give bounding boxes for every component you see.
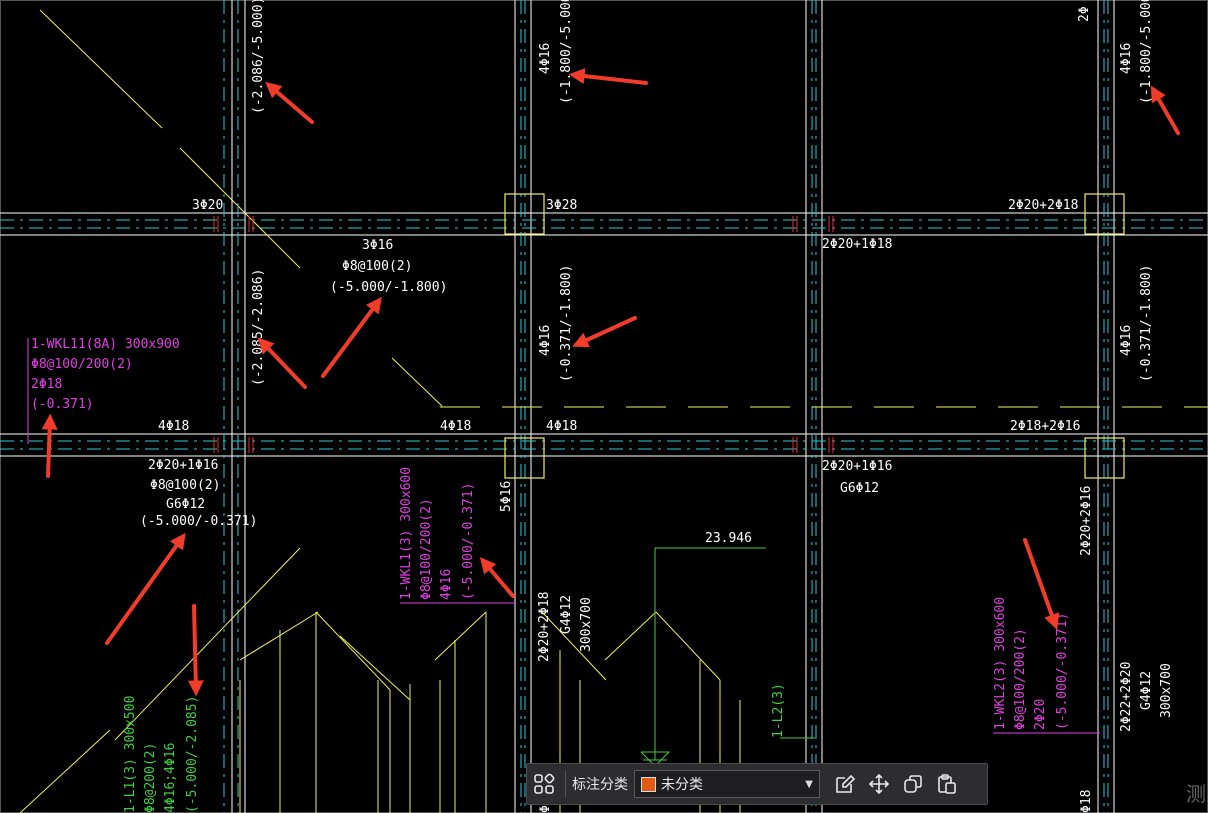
label-v1: (-2.086/-5.000) (251, 0, 266, 114)
label-v21: 2Φ (1077, 6, 1092, 22)
wkl11-line1: 1-WKL11(8A) 300x900 (31, 337, 180, 352)
toolbar-separator (565, 771, 566, 797)
move-icon (868, 773, 890, 795)
arrow-7 (41, 413, 58, 478)
red-arrows (41, 68, 1180, 697)
label-v2: 4Φ16 (538, 43, 553, 74)
l1-line4: (-5.000/-2.085) (185, 696, 200, 813)
wkl11-line3: 2Φ18 (31, 377, 62, 392)
wkl11-annotation[interactable]: 1-WKL11(8A) 300x900 Φ8@100/200(2) 2Φ18 (… (31, 337, 180, 412)
label-t3: 2Φ20+2Φ18 (1008, 198, 1078, 213)
label-t14: G6Φ12 (166, 497, 205, 512)
grid-menu-button[interactable] (527, 767, 561, 801)
label-t8: 4Φ18 (158, 419, 189, 434)
label-v3: (-1.800/-5.000) (559, 0, 574, 104)
wkl2-line3: 2Φ20 (1033, 699, 1048, 730)
label-t10: 4Φ18 (546, 419, 577, 434)
l2-line1: 1-L2(3) (771, 683, 786, 738)
move-button[interactable] (862, 767, 896, 801)
cad-drawing-canvas[interactable]: 3Φ20 3Φ28 2Φ20+2Φ18 2Φ20+1Φ18 3Φ16 Φ8@10… (0, 0, 1208, 813)
label-v11: 5Φ16 (499, 481, 514, 512)
arrow-6 (572, 316, 637, 348)
chevron-down-icon: ▼ (805, 778, 813, 790)
wkl2-line1: 1-WKL2(3) 300x600 (993, 597, 1008, 730)
arrow-1 (265, 81, 314, 124)
annotation-toolbar: 标注分类 未分类 ▼ (526, 763, 988, 805)
label-v8: (-0.371/-1.800) (559, 265, 574, 382)
arrow-3 (1150, 85, 1180, 135)
label-v14: G4Φ12 (559, 595, 574, 634)
arrow-2 (568, 68, 648, 85)
label-v5: (-1.800/-5.000) (1139, 0, 1154, 104)
label-t9: 4Φ18 (440, 419, 471, 434)
wkl1-annotation[interactable]: 1-WKL1(3) 300x600 Φ8@100/200(2) 4Φ16 (-5… (399, 467, 476, 600)
label-t1: 3Φ20 (192, 198, 223, 213)
wkl1-line2: Φ8@100/200(2) (419, 498, 434, 600)
grid-icon (534, 773, 555, 794)
label-v4: 4Φ16 (1119, 43, 1134, 74)
paste-button[interactable] (930, 767, 964, 801)
label-v9: 4Φ16 (1119, 325, 1134, 356)
elevation-marker (640, 547, 815, 767)
label-v12: 2Φ20+2Φ16 (1079, 486, 1094, 556)
label-t17: G6Φ12 (840, 481, 879, 496)
category-select[interactable]: 未分类 ▼ (634, 770, 820, 798)
label-t11: 2Φ18+2Φ16 (1010, 419, 1080, 434)
label-t5: 3Φ16 (362, 238, 393, 253)
copy-button[interactable] (896, 767, 930, 801)
label-v13: 2Φ20+2Φ18 (537, 592, 552, 662)
label-v17: G4Φ12 (1139, 671, 1154, 710)
l2-annotation[interactable]: 1-L2(3) (771, 683, 786, 738)
wkl1-line3: 4Φ16 (439, 569, 454, 600)
arrow-8 (105, 532, 186, 645)
wkl11-line4: (-0.371) (31, 397, 94, 412)
wkl11-line2: Φ8@100/200(2) (31, 357, 133, 372)
arrow-5 (321, 296, 382, 378)
label-v7: 4Φ16 (538, 325, 553, 356)
wkl1-line1: 1-WKL1(3) 300x600 (399, 467, 414, 600)
label-v10: (-0.371/-1.800) (1139, 265, 1154, 382)
label-v18: 300x700 (1159, 663, 1174, 718)
arrow-4 (257, 337, 307, 389)
wkl2-line2: Φ8@100/200(2) (1013, 628, 1028, 730)
label-v15: 300x700 (579, 597, 594, 652)
label-v19: Φ18 (1079, 790, 1094, 813)
l1-line2: Φ8@200(2) (143, 743, 158, 813)
label-t16: 2Φ20+1Φ16 (822, 459, 892, 474)
paste-icon (938, 774, 956, 794)
label-t6: Φ8@100(2) (342, 259, 412, 274)
red-ticks (213, 216, 834, 453)
l1-line1: 1-L1(3) 300x500 (123, 696, 138, 813)
l1-annotation[interactable]: 1-L1(3) 300x500 Φ8@200(2) 4Φ16;4Φ16 (-5.… (123, 696, 200, 813)
label-t12: 2Φ20+1Φ16 (148, 458, 218, 473)
label-elevation: 23.946 (705, 531, 752, 546)
copy-icon (904, 775, 922, 793)
wkl1-line4: (-5.000/-0.371) (461, 483, 476, 600)
l1-line3: 4Φ16;4Φ16 (163, 743, 178, 813)
label-t13: Φ8@100(2) (150, 478, 220, 493)
arrow-10 (479, 557, 515, 598)
corner-watermark-char: 测 (1186, 782, 1206, 806)
label-v16: 2Φ22+2Φ20 (1119, 662, 1134, 732)
wkl2-line4: (-5.000/-0.371) (1055, 613, 1070, 730)
label-t4: 2Φ20+1Φ18 (822, 237, 892, 252)
magenta-leaders (27, 338, 1100, 734)
edit-icon (836, 774, 856, 793)
category-selected-value: 未分类 (661, 777, 703, 793)
label-t7: (-5.000/-1.800) (330, 280, 447, 295)
arrow-11 (1023, 538, 1060, 631)
category-color-swatch (641, 776, 656, 792)
edit-button[interactable] (828, 767, 862, 801)
category-label: 标注分类 (572, 777, 628, 793)
label-v6: (-2.085/-2.086) (251, 269, 266, 386)
label-t2: 3Φ28 (546, 198, 577, 213)
arrow-9 (187, 604, 204, 697)
wkl2-annotation[interactable]: 1-WKL2(3) 300x600 Φ8@100/200(2) 2Φ20 (-5… (993, 597, 1070, 730)
label-t15: (-5.000/-0.371) (140, 514, 257, 529)
